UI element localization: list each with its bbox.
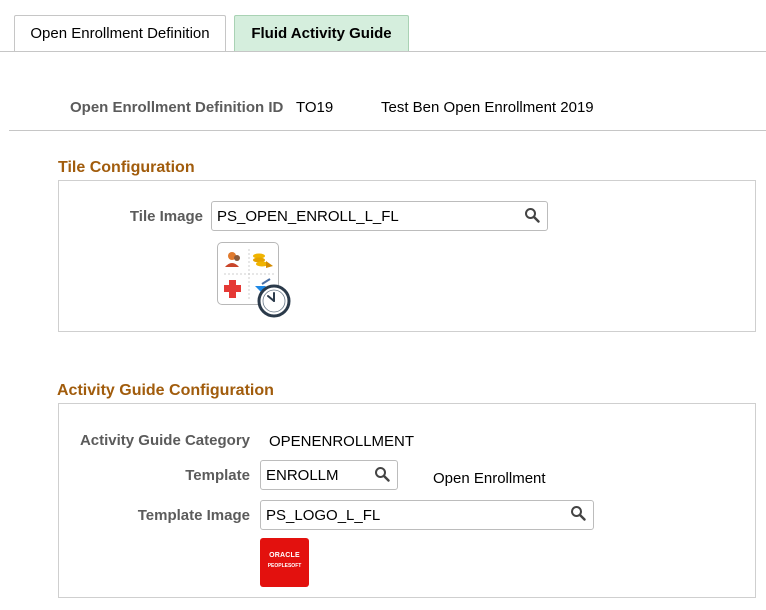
tile-image-input[interactable] <box>211 201 548 231</box>
tile-configuration-title: Tile Configuration <box>58 159 195 176</box>
template-description: Open Enrollment <box>433 470 546 487</box>
template-image-label: Template Image <box>137 507 250 524</box>
clock-icon <box>257 284 291 318</box>
enrollment-id-description: Test Ben Open Enrollment 2019 <box>381 99 594 116</box>
enrollment-id-value: TO19 <box>296 99 334 116</box>
activity-guide-category-label: Activity Guide Category <box>79 432 250 449</box>
activity-guide-configuration-title: Activity Guide Configuration <box>57 382 274 399</box>
tile-image-label: Tile Image <box>129 208 203 225</box>
logo-text-oracle: ORACLE <box>269 552 300 559</box>
enrollment-id-label: Open Enrollment Definition ID <box>70 99 284 116</box>
oracle-peoplesoft-logo: ORACLE PEOPLESOFT <box>260 538 309 587</box>
template-search-icon[interactable] <box>371 463 393 485</box>
tab-fluid-activity-guide[interactable]: Fluid Activity Guide <box>234 15 409 52</box>
activity-guide-category-value: OPENENROLLMENT <box>269 433 415 450</box>
template-image-input[interactable] <box>260 500 594 530</box>
logo-text-peoplesoft: PEOPLESOFT <box>267 563 302 569</box>
tab-divider <box>0 51 766 52</box>
template-label: Template <box>185 467 250 484</box>
template-image-search-icon[interactable] <box>567 502 589 524</box>
header-divider <box>9 130 766 131</box>
tab-open-enrollment-definition[interactable]: Open Enrollment Definition <box>14 15 226 52</box>
tile-image-search-icon[interactable] <box>521 204 543 226</box>
